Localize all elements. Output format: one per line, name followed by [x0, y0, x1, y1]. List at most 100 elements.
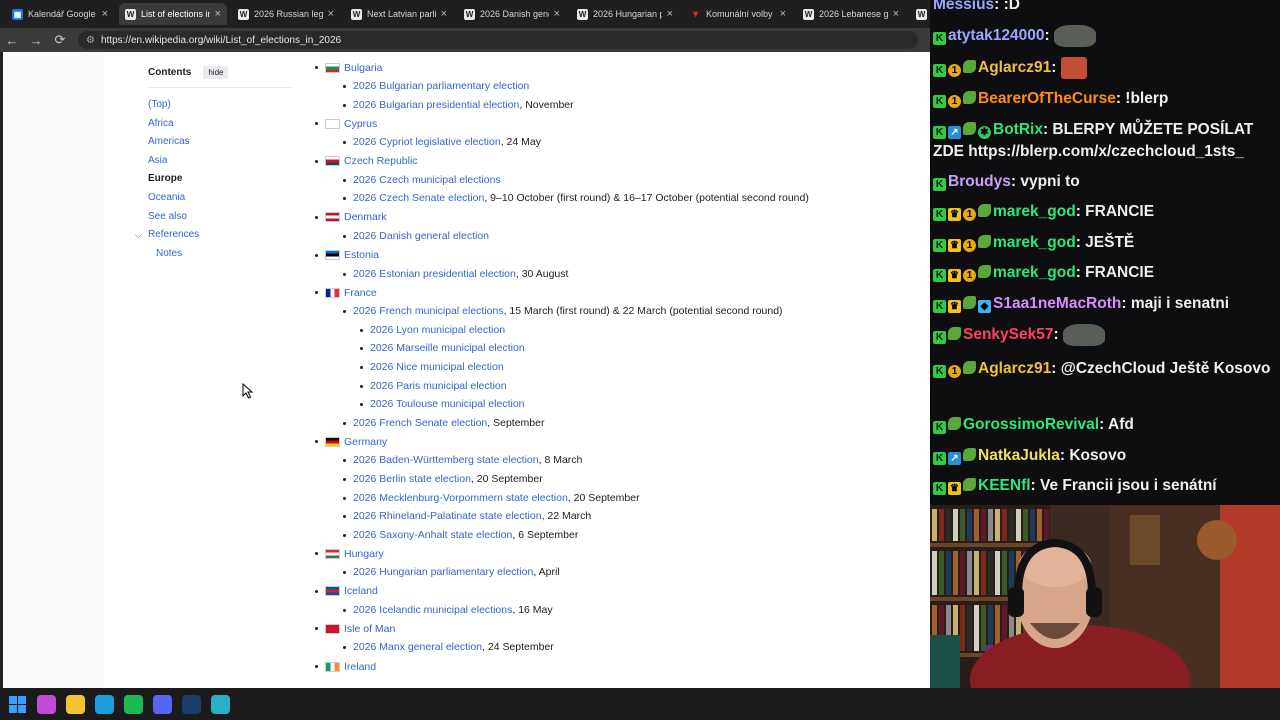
- tab-6[interactable]: ▾ Komunální volby 202 ×: [684, 3, 792, 25]
- sub-election-link[interactable]: 2026 Marseille municipal election: [370, 342, 525, 354]
- chat-username[interactable]: Broudys: [948, 173, 1011, 190]
- verified-badge-icon: ↗: [948, 452, 961, 465]
- chat-username[interactable]: marek_god: [993, 203, 1076, 220]
- tab-2[interactable]: W 2026 Russian legislati ×: [232, 3, 340, 25]
- bullet: [315, 291, 318, 295]
- back-icon[interactable]: ←: [0, 33, 24, 48]
- chat-username[interactable]: atytak124000: [948, 27, 1045, 44]
- tab-overflow[interactable]: W: [910, 3, 930, 25]
- toc-item[interactable]: Americas: [148, 133, 298, 152]
- country-link[interactable]: Isle of Man: [344, 623, 395, 635]
- country-link[interactable]: France: [344, 287, 377, 299]
- chat-username[interactable]: marek_god: [993, 234, 1076, 251]
- chat-username[interactable]: NatkaJukla: [978, 447, 1060, 464]
- file-explorer-icon[interactable]: [66, 694, 85, 714]
- toc-item[interactable]: Oceania: [148, 189, 298, 208]
- election-link[interactable]: 2026 French municipal elections: [353, 305, 504, 317]
- close-tab-icon[interactable]: ×: [328, 8, 334, 20]
- election-link[interactable]: 2026 Danish general election: [353, 230, 489, 242]
- chat-username[interactable]: SenkySek57: [963, 326, 1054, 343]
- country-link[interactable]: Hungary: [344, 548, 384, 560]
- wikipedia-page: Contents hide (Top) Africa Americas Asia Eur…: [3, 52, 930, 688]
- windows-start-icon[interactable]: [8, 695, 27, 714]
- book: [995, 551, 1000, 595]
- face-emote-icon: [1060, 57, 1087, 79]
- country-link[interactable]: Germany: [344, 436, 387, 448]
- notepad-icon[interactable]: [211, 694, 230, 714]
- site-info-icon[interactable]: ⚙: [86, 35, 95, 46]
- election-link[interactable]: 2026 Mecklenburg-Vorpommern state electi…: [353, 492, 568, 504]
- toc-item[interactable]: Asia: [148, 152, 298, 171]
- country-link[interactable]: Iceland: [344, 585, 378, 597]
- kick-badge-icon: K: [933, 95, 946, 108]
- toc-item[interactable]: Europe: [148, 170, 298, 189]
- sub-election-link[interactable]: 2026 Paris municipal election: [370, 380, 507, 392]
- close-tab-icon[interactable]: ×: [441, 8, 447, 20]
- toc-item-label: Notes: [156, 247, 183, 259]
- election-link[interactable]: 2026 Bulgarian parliamentary election: [353, 80, 529, 92]
- edge-browser-icon[interactable]: [95, 694, 114, 714]
- chat-username[interactable]: marek_god: [993, 264, 1076, 281]
- country-link[interactable]: Ireland: [344, 661, 376, 673]
- election-link[interactable]: 2026 Czech Senate election: [353, 192, 484, 204]
- election-link[interactable]: 2026 Cypriot legislative election: [353, 136, 501, 148]
- country-link[interactable]: Cyprus: [344, 118, 377, 130]
- spotify-icon[interactable]: [124, 694, 143, 714]
- tab-5[interactable]: W 2026 Hungarian parli ×: [571, 3, 679, 25]
- election-link[interactable]: 2026 French Senate election: [353, 417, 487, 429]
- bullet: [343, 103, 346, 107]
- close-tab-icon[interactable]: ×: [215, 8, 221, 20]
- tab-0[interactable]: ▦ Kalendář Google - zá ×: [6, 3, 114, 25]
- reload-icon[interactable]: ⟳: [48, 32, 72, 48]
- tab-3[interactable]: W Next Latvian parliame ×: [345, 3, 453, 25]
- toc-item[interactable]: See also: [148, 208, 298, 227]
- chat-username[interactable]: GorossimoRevival: [963, 416, 1099, 433]
- discord-icon[interactable]: [153, 694, 172, 714]
- country-link[interactable]: Bulgaria: [344, 62, 383, 74]
- tab-7[interactable]: W 2026 Lebanese gener ×: [797, 3, 905, 25]
- election-link[interactable]: 2026 Hungarian parliamentary election: [353, 566, 533, 578]
- close-tab-icon[interactable]: ×: [554, 8, 560, 20]
- election-link[interactable]: 2026 Baden-Württemberg state election: [353, 454, 539, 466]
- toc-hide-button[interactable]: hide: [203, 66, 229, 79]
- toc-item[interactable]: (Top): [148, 96, 298, 115]
- mouse-cursor-icon: [242, 383, 254, 399]
- toc-item[interactable]: ⌵ References: [135, 226, 298, 245]
- close-tab-icon[interactable]: ×: [102, 8, 108, 20]
- chat-username[interactable]: Messius: [933, 0, 994, 13]
- forward-icon[interactable]: →: [24, 33, 48, 48]
- leaf-badge-icon: [978, 235, 991, 248]
- election-link[interactable]: 2026 Berlin state election: [353, 473, 471, 485]
- close-tab-icon[interactable]: ×: [780, 8, 786, 20]
- toc-item[interactable]: Notes: [148, 245, 298, 264]
- address-bar[interactable]: ⚙ https://en.wikipedia.org/wiki/List_of_…: [78, 31, 918, 49]
- tab-4[interactable]: W 2026 Danish general ×: [458, 3, 566, 25]
- chat-username[interactable]: BearerOfTheCurse: [978, 90, 1116, 107]
- election-link[interactable]: 2026 Bulgarian presidential election: [353, 99, 519, 111]
- country-link[interactable]: Estonia: [344, 249, 379, 261]
- sub-election-link[interactable]: 2026 Toulouse municipal election: [370, 398, 525, 410]
- chevron-down-icon[interactable]: ⌵: [135, 226, 142, 245]
- election-link[interactable]: 2026 Saxony-Anhalt state election: [353, 529, 512, 541]
- tab-1[interactable]: W List of elections in 202 ×: [119, 3, 227, 25]
- election-link[interactable]: 2026 Estonian presidential election: [353, 268, 516, 280]
- copilot-icon[interactable]: [37, 694, 56, 714]
- close-tab-icon[interactable]: ×: [893, 8, 899, 20]
- steam-icon[interactable]: [182, 694, 201, 714]
- chat-username[interactable]: KEENfl: [978, 477, 1031, 494]
- election-link[interactable]: 2026 Icelandic municipal elections: [353, 604, 512, 616]
- election-link[interactable]: 2026 Manx general election: [353, 641, 482, 653]
- sub-election-link[interactable]: 2026 Nice municipal election: [370, 361, 504, 373]
- sub-election-link[interactable]: 2026 Lyon municipal election: [370, 324, 505, 336]
- chat-username[interactable]: S1aa1neMacRoth: [993, 295, 1121, 312]
- election-link[interactable]: 2026 Czech municipal elections: [353, 174, 501, 186]
- chat-username[interactable]: Aglarcz91: [978, 59, 1051, 76]
- country-link[interactable]: Denmark: [344, 211, 387, 223]
- chat-username[interactable]: Aglarcz91: [978, 360, 1051, 377]
- close-tab-icon[interactable]: ×: [667, 8, 673, 20]
- chat-username[interactable]: BotRix: [993, 121, 1043, 138]
- election-link[interactable]: 2026 Rhineland-Palatinate state election: [353, 510, 542, 522]
- election-date: , 24 May: [500, 136, 541, 149]
- toc-item[interactable]: Africa: [148, 115, 298, 134]
- country-link[interactable]: Czech Republic: [344, 155, 418, 167]
